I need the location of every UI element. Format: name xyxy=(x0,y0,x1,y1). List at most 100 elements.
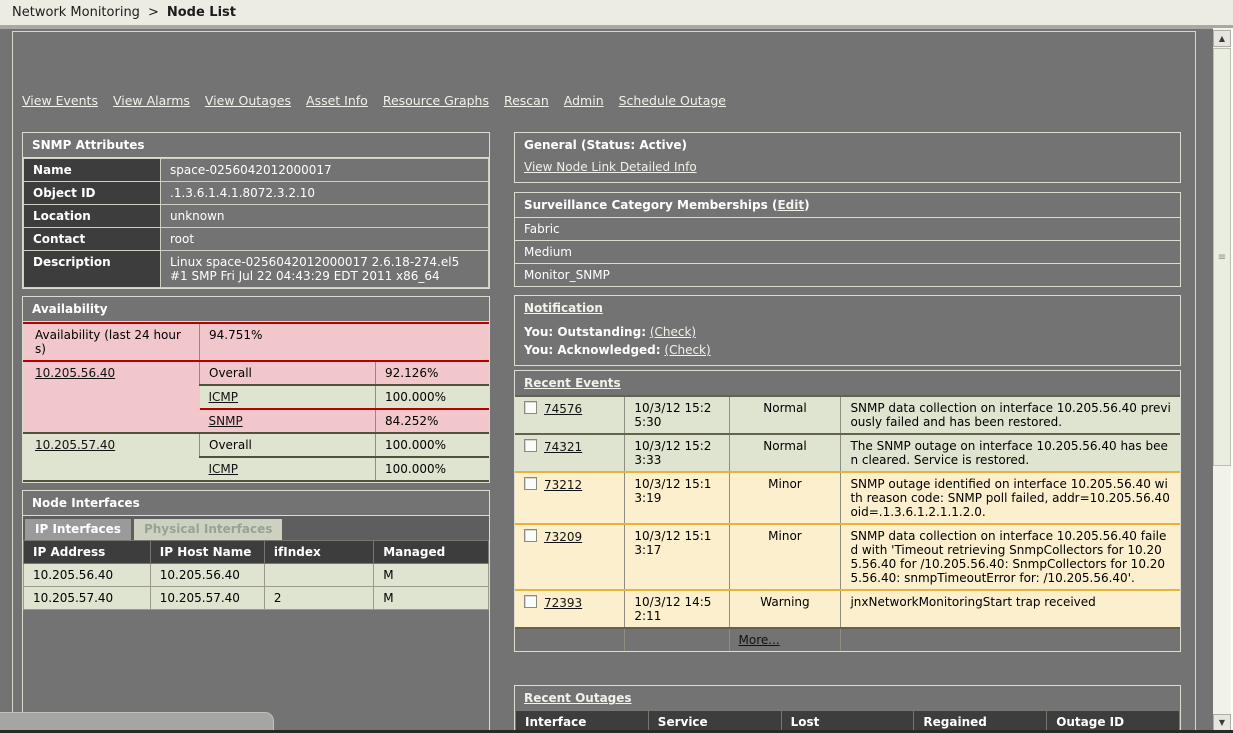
service-link[interactable]: SNMP xyxy=(209,414,243,428)
node-detail-page: Network Monitoring > Node List View Even… xyxy=(0,0,1233,733)
attr-label: Description xyxy=(24,251,161,288)
availability-table: Availability (last 24 hours) 94.751% 10.… xyxy=(23,322,489,482)
recent-outages-panel: Recent Outages Interface Service Lost Re… xyxy=(514,685,1181,733)
availability-summary-label: Availability (last 24 hours) xyxy=(23,323,200,361)
view-events-link[interactable]: View Events xyxy=(22,93,98,108)
event-id-cell: 72393 xyxy=(515,590,625,628)
asset-info-link[interactable]: Asset Info xyxy=(306,93,368,108)
scroll-up-button[interactable]: ▲ xyxy=(1213,30,1231,47)
attr-value: .1.3.6.1.4.1.8072.3.2.10 xyxy=(161,182,489,205)
event-checkbox[interactable] xyxy=(524,401,537,414)
interface-address-link[interactable]: 10.205.57.40 xyxy=(35,438,115,452)
service-name-cell: ICMP xyxy=(200,457,376,481)
vertical-scrollbar[interactable]: ▲ ≡ ▼ xyxy=(1213,28,1231,733)
table-row: 10.205.56.40 Overall 92.126% xyxy=(23,361,489,385)
more-events-link[interactable]: More... xyxy=(739,633,780,647)
event-checkbox[interactable] xyxy=(524,477,537,490)
interfaces-tabs: IP Interfaces Physical Interfaces xyxy=(23,516,489,540)
event-id-link[interactable]: 74576 xyxy=(544,402,582,416)
category-item: Medium xyxy=(515,240,1180,263)
event-id-cell: 73212 xyxy=(515,472,625,524)
table-row: 10.205.56.40 10.205.56.40 M xyxy=(24,564,489,587)
event-id-cell: 74321 xyxy=(515,434,625,472)
table-row: Object ID .1.3.6.1.4.1.8072.3.2.10 xyxy=(24,182,489,205)
scroll-up-icon: ▲ xyxy=(1219,34,1225,43)
view-outages-link[interactable]: View Outages xyxy=(205,93,291,108)
breadcrumb-separator: > xyxy=(148,5,159,20)
service-name-cell: SNMP xyxy=(200,409,376,433)
empty-cell xyxy=(625,628,729,651)
event-severity: Normal xyxy=(729,396,841,434)
general-panel: General (Status: Active) View Node Link … xyxy=(514,132,1181,183)
snmp-attributes-table: Name space-0256042012000017 Object ID .1… xyxy=(23,158,489,288)
column-header: Managed xyxy=(374,541,489,564)
event-severity: Normal xyxy=(729,434,841,472)
event-row: 72393 10/3/12 14:52:11 Warning jnxNetwor… xyxy=(515,590,1180,628)
event-time: 10/3/12 14:52:11 xyxy=(625,590,729,628)
rescan-link[interactable]: Rescan xyxy=(504,93,549,108)
attr-value: Linux space-0256042012000017 2.6.18-274.… xyxy=(161,251,489,288)
outstanding-line: You: Outstanding: (Check) xyxy=(515,323,1180,341)
table-row: 10.205.57.40 Overall 100.000% xyxy=(23,433,489,457)
managed-flag: M xyxy=(374,564,489,587)
events-footer-row: More... xyxy=(515,628,1180,651)
recent-outages-title-link[interactable]: Recent Outages xyxy=(524,691,632,705)
event-checkbox[interactable] xyxy=(524,439,537,452)
service-name-cell: ICMP xyxy=(200,385,376,409)
outstanding-check-link[interactable]: (Check) xyxy=(650,325,696,339)
surveillance-title-prefix: Surveillance Category Memberships ( xyxy=(524,198,777,212)
interface-address-cell: 10.205.56.40 xyxy=(23,361,200,433)
schedule-outage-link[interactable]: Schedule Outage xyxy=(619,93,726,108)
attr-label: Location xyxy=(24,205,161,228)
event-time: 10/3/12 15:13:19 xyxy=(625,472,729,524)
tab-physical-interfaces[interactable]: Physical Interfaces xyxy=(134,519,282,540)
service-link[interactable]: ICMP xyxy=(209,390,239,404)
event-id-link[interactable]: 74321 xyxy=(544,440,582,454)
tab-ip-interfaces[interactable]: IP Interfaces xyxy=(25,519,131,540)
scrollbar-thumb[interactable]: ≡ xyxy=(1213,48,1231,466)
acknowledged-check-link[interactable]: (Check) xyxy=(664,343,710,357)
managed-flag: M xyxy=(374,587,489,610)
event-severity: Minor xyxy=(729,524,841,590)
ip-host-name: 10.205.56.40 xyxy=(150,564,264,587)
empty-cell xyxy=(515,628,625,651)
view-alarms-link[interactable]: View Alarms xyxy=(113,93,190,108)
event-checkbox[interactable] xyxy=(524,595,537,608)
category-item: Monitor_SNMP xyxy=(515,263,1180,286)
breadcrumb-section[interactable]: Network Monitoring xyxy=(12,5,140,20)
event-id-link[interactable]: 73212 xyxy=(544,478,582,492)
event-message: SNMP data collection on interface 10.205… xyxy=(841,396,1180,434)
column-header: IP Host Name xyxy=(150,541,264,564)
scroll-down-button[interactable]: ▼ xyxy=(1213,714,1231,731)
ip-address: 10.205.57.40 xyxy=(24,587,151,610)
service-availability: 100.000% xyxy=(376,433,490,457)
node-interfaces-title: Node Interfaces xyxy=(23,491,489,516)
table-row: Description Linux space-0256042012000017… xyxy=(24,251,489,288)
snmp-attributes-title: SNMP Attributes xyxy=(23,133,489,158)
notification-title-link[interactable]: Notification xyxy=(524,301,603,315)
resource-graphs-link[interactable]: Resource Graphs xyxy=(383,93,489,108)
surveillance-title: Surveillance Category Memberships (Edit) xyxy=(515,193,1180,218)
availability-summary-row: Availability (last 24 hours) 94.751% xyxy=(23,323,489,361)
event-id-link[interactable]: 73209 xyxy=(544,530,582,544)
interface-address-link[interactable]: 10.205.56.40 xyxy=(35,366,115,380)
service-link[interactable]: ICMP xyxy=(209,462,239,476)
attr-label: Contact xyxy=(24,228,161,251)
event-id-cell: 74576 xyxy=(515,396,625,434)
node-interfaces-panel: Node Interfaces IP Interfaces Physical I… xyxy=(22,490,490,733)
scrollbar-grip-icon: ≡ xyxy=(1218,252,1226,263)
event-severity: Minor xyxy=(729,472,841,524)
ifindex: 2 xyxy=(264,587,373,610)
event-severity: Warning xyxy=(729,590,841,628)
admin-link[interactable]: Admin xyxy=(564,93,604,108)
event-row: 74321 10/3/12 15:23:33 Normal The SNMP o… xyxy=(515,434,1180,472)
event-row: 73209 10/3/12 15:13:17 Minor SNMP data c… xyxy=(515,524,1180,590)
availability-summary-value: 94.751% xyxy=(200,323,490,361)
event-checkbox[interactable] xyxy=(524,529,537,542)
view-node-link-detailed-info-link[interactable]: View Node Link Detailed Info xyxy=(524,160,697,174)
recent-events-title-link[interactable]: Recent Events xyxy=(524,376,621,390)
surveillance-edit-link[interactable]: Edit xyxy=(777,198,804,212)
event-message: jnxNetworkMonitoringStart trap received xyxy=(841,590,1180,628)
event-id-link[interactable]: 72393 xyxy=(544,596,582,610)
ip-address: 10.205.56.40 xyxy=(24,564,151,587)
